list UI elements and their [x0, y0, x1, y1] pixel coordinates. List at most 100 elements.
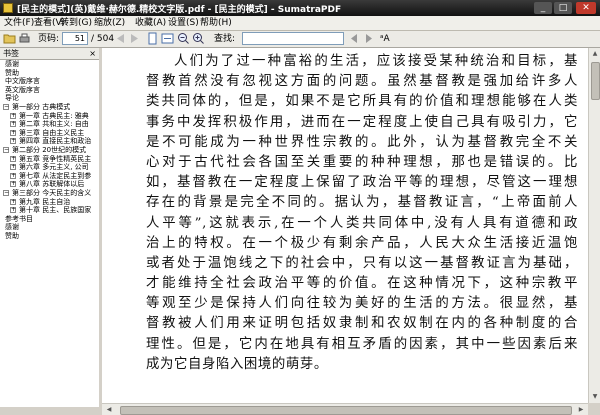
- bookmark-item[interactable]: − 第二部分 20世纪的模式: [0, 146, 99, 155]
- expand-icon[interactable]: +: [10, 155, 16, 162]
- bookmark-item[interactable]: + 第一章 古典民主: 雅典: [0, 112, 99, 121]
- document-view[interactable]: 人们为了过一种富裕的生活，应该接受某种统治和目标，基 督教首然没有忽视这方面的问题…: [102, 48, 588, 403]
- find-input[interactable]: [242, 32, 344, 45]
- menu-file[interactable]: 文件(F): [4, 17, 34, 29]
- bookmark-item[interactable]: 中文版序言: [0, 77, 99, 86]
- sidebar-header: 书签 ×: [0, 48, 99, 60]
- text-line: 如，基督教在一定程度上保留了政治平等的理想，尽管这一理想: [146, 175, 578, 191]
- expand-icon[interactable]: +: [10, 164, 16, 171]
- bookmark-item[interactable]: 赞助: [0, 69, 99, 78]
- page-text: 人们为了过一种富裕的生活，应该接受某种统治和目标，基 督教首然没有忽视这方面的问题…: [146, 52, 578, 375]
- find-previous-icon[interactable]: [348, 32, 361, 45]
- page-number-input[interactable]: 51: [62, 32, 88, 45]
- expand-icon[interactable]: +: [10, 129, 16, 136]
- bookmark-item[interactable]: + 第十章 民主、民族国家: [0, 206, 99, 215]
- print-icon[interactable]: [18, 32, 31, 45]
- previous-page-icon[interactable]: [114, 32, 127, 45]
- menu-help[interactable]: 帮助(H): [200, 17, 232, 29]
- expand-icon[interactable]: +: [10, 172, 16, 179]
- fit-page-icon[interactable]: [146, 32, 159, 45]
- text-line: 等观至少是保持人们向往较为美好的生活的方法。很显然，基: [146, 296, 578, 312]
- bookmark-item[interactable]: − 第三部分 今天民主的含义: [0, 189, 99, 198]
- bookmark-item[interactable]: 参考书目: [0, 215, 99, 224]
- bookmark-label: 中文版序言: [5, 77, 40, 86]
- bookmark-item[interactable]: + 第五章 竞争性精英民主: [0, 155, 99, 164]
- expand-icon[interactable]: +: [10, 121, 16, 128]
- bookmark-item[interactable]: 感谢: [0, 223, 99, 232]
- bookmark-item[interactable]: + 第六章 多元主义, 公司: [0, 163, 99, 172]
- collapse-icon[interactable]: −: [3, 189, 9, 196]
- bookmark-item[interactable]: + 第三章 自由主义民主: [0, 129, 99, 138]
- close-button[interactable]: ✕: [576, 2, 596, 14]
- bookmark-item[interactable]: + 第八章 苏联解体以后: [0, 180, 99, 189]
- sumatra-app-icon[interactable]: [3, 3, 13, 13]
- horizontal-scrollbar[interactable]: ◀ ▶: [102, 403, 588, 415]
- text-line: 才能维持全社会政治平等的价值。在这种情况下，这种宗教平: [146, 276, 578, 292]
- menu-favorites[interactable]: 收藏(A): [135, 17, 166, 29]
- expand-icon[interactable]: +: [10, 198, 16, 205]
- text-line: 人平等”,这就表示,在一个人类共同体中,没有人具有道德和政: [146, 215, 578, 231]
- match-case-toggle[interactable]: ᵃA: [380, 33, 390, 45]
- bookmark-item[interactable]: 感谢: [0, 60, 99, 69]
- scroll-right-icon[interactable]: ▶: [576, 405, 586, 415]
- horizontal-scroll-thumb[interactable]: [120, 406, 572, 415]
- next-page-icon[interactable]: [128, 32, 141, 45]
- bookmark-label: 第十章 民主、民族国家: [19, 206, 92, 215]
- menu-zoom[interactable]: 缩放(Z): [94, 17, 125, 29]
- open-folder-icon[interactable]: [3, 32, 16, 45]
- scrollbar-corner: [588, 403, 600, 415]
- bookmark-item[interactable]: − 第一部分 古典模式: [0, 103, 99, 112]
- bookmark-label: 第一章 古典民主: 雅典: [19, 111, 89, 120]
- window-title: [民主的模式](英)戴维·赫尔德.精校文字版.pdf - [民主的模式] - S…: [17, 5, 342, 15]
- bookmark-label: 参考书目: [5, 214, 33, 223]
- text-line: 成为它自身陷入困境的萌芽。: [146, 356, 328, 372]
- scroll-down-icon[interactable]: ▼: [590, 392, 600, 402]
- collapse-icon[interactable]: −: [3, 146, 9, 153]
- expand-icon[interactable]: +: [10, 138, 16, 145]
- sidebar-title: 书签: [3, 49, 19, 58]
- bookmark-item[interactable]: 英文版序言: [0, 86, 99, 95]
- expand-icon[interactable]: +: [10, 112, 16, 119]
- bookmark-item[interactable]: + 第四章 直接民主和政治: [0, 137, 99, 146]
- menu-settings[interactable]: 设置(S): [168, 17, 199, 29]
- fit-width-icon[interactable]: [161, 32, 174, 45]
- bookmark-label: 第一部分 古典模式: [12, 102, 71, 111]
- scroll-left-icon[interactable]: ◀: [104, 405, 114, 415]
- close-sidebar-icon[interactable]: ×: [89, 48, 96, 59]
- find-label: 查找:: [214, 34, 236, 44]
- bookmark-item[interactable]: 导论: [0, 94, 99, 103]
- text-line: 是不可能成为一种世界性宗教的。此外，认为基督教完全不关: [146, 134, 578, 150]
- bookmark-label: 感谢: [5, 223, 19, 232]
- bookmark-label: 第四章 直接民主和政治: [19, 137, 92, 146]
- text-line: 或者处于温饱线之下的社会中，只有以这一基督教证言为基础，: [146, 255, 578, 271]
- find-next-icon[interactable]: [362, 32, 375, 45]
- scroll-up-icon[interactable]: ▲: [590, 49, 600, 59]
- expand-icon[interactable]: +: [10, 207, 16, 214]
- title-bar[interactable]: [民主的模式](英)戴维·赫尔德.精校文字版.pdf - [民主的模式] - S…: [0, 0, 600, 16]
- text-line: 存在的背景是完全不同的。据认为，基督教证言，“上帝面前人: [146, 195, 578, 211]
- vertical-scrollbar[interactable]: ▲ ▼: [588, 48, 600, 403]
- collapse-icon[interactable]: −: [3, 103, 9, 110]
- maximize-button[interactable]: □: [554, 2, 572, 14]
- menu-goto[interactable]: 转到(G): [60, 17, 92, 29]
- minimize-button[interactable]: _: [534, 2, 552, 14]
- bookmark-label: 导论: [5, 94, 19, 103]
- bookmark-label: 第二部分 20世纪的模式: [12, 145, 87, 154]
- bookmark-item[interactable]: + 第七章 从法定民主到参: [0, 172, 99, 181]
- bookmarks-sidebar: 书签 × 感谢 赞助 中文版序言 英文版序言 导论 − 第一部分 古典模式 + 第一章 古典民主…: [0, 48, 100, 407]
- zoom-out-icon[interactable]: [177, 32, 190, 45]
- bookmark-label: 第九章 民主自治: [19, 197, 71, 206]
- menu-bar: 文件(F) 查看(V) 转到(G) 缩放(Z) 收藏(A) 设置(S) 帮助(H…: [0, 16, 600, 31]
- text-line: 督教被人们用来证明包括奴隶制和农奴制在内的各种制度的合: [146, 316, 578, 332]
- text-line: 人们为了过一种富裕的生活，应该接受某种统治和目标，基: [174, 54, 578, 69]
- text-line: 理性。但是，它内在地具有相互矛盾的因素，其中一些因素后来: [146, 336, 578, 352]
- expand-icon[interactable]: +: [10, 181, 16, 188]
- bookmark-item[interactable]: 赞助: [0, 232, 99, 241]
- vertical-scroll-thumb[interactable]: [591, 62, 600, 100]
- bookmark-item[interactable]: + 第九章 民主自治: [0, 198, 99, 207]
- text-line: 类共同体的，但是，如果不是它所具有的价值和理想能够在人类: [146, 94, 578, 110]
- bookmark-label: 第五章 竞争性精英民主: [19, 154, 92, 163]
- zoom-in-icon[interactable]: [192, 32, 205, 45]
- text-line: 事务中发挥积极作用，进而在一定程度上使自己具有吸引力，它: [146, 114, 578, 130]
- bookmark-item[interactable]: + 第二章 共和主义: 自由: [0, 120, 99, 129]
